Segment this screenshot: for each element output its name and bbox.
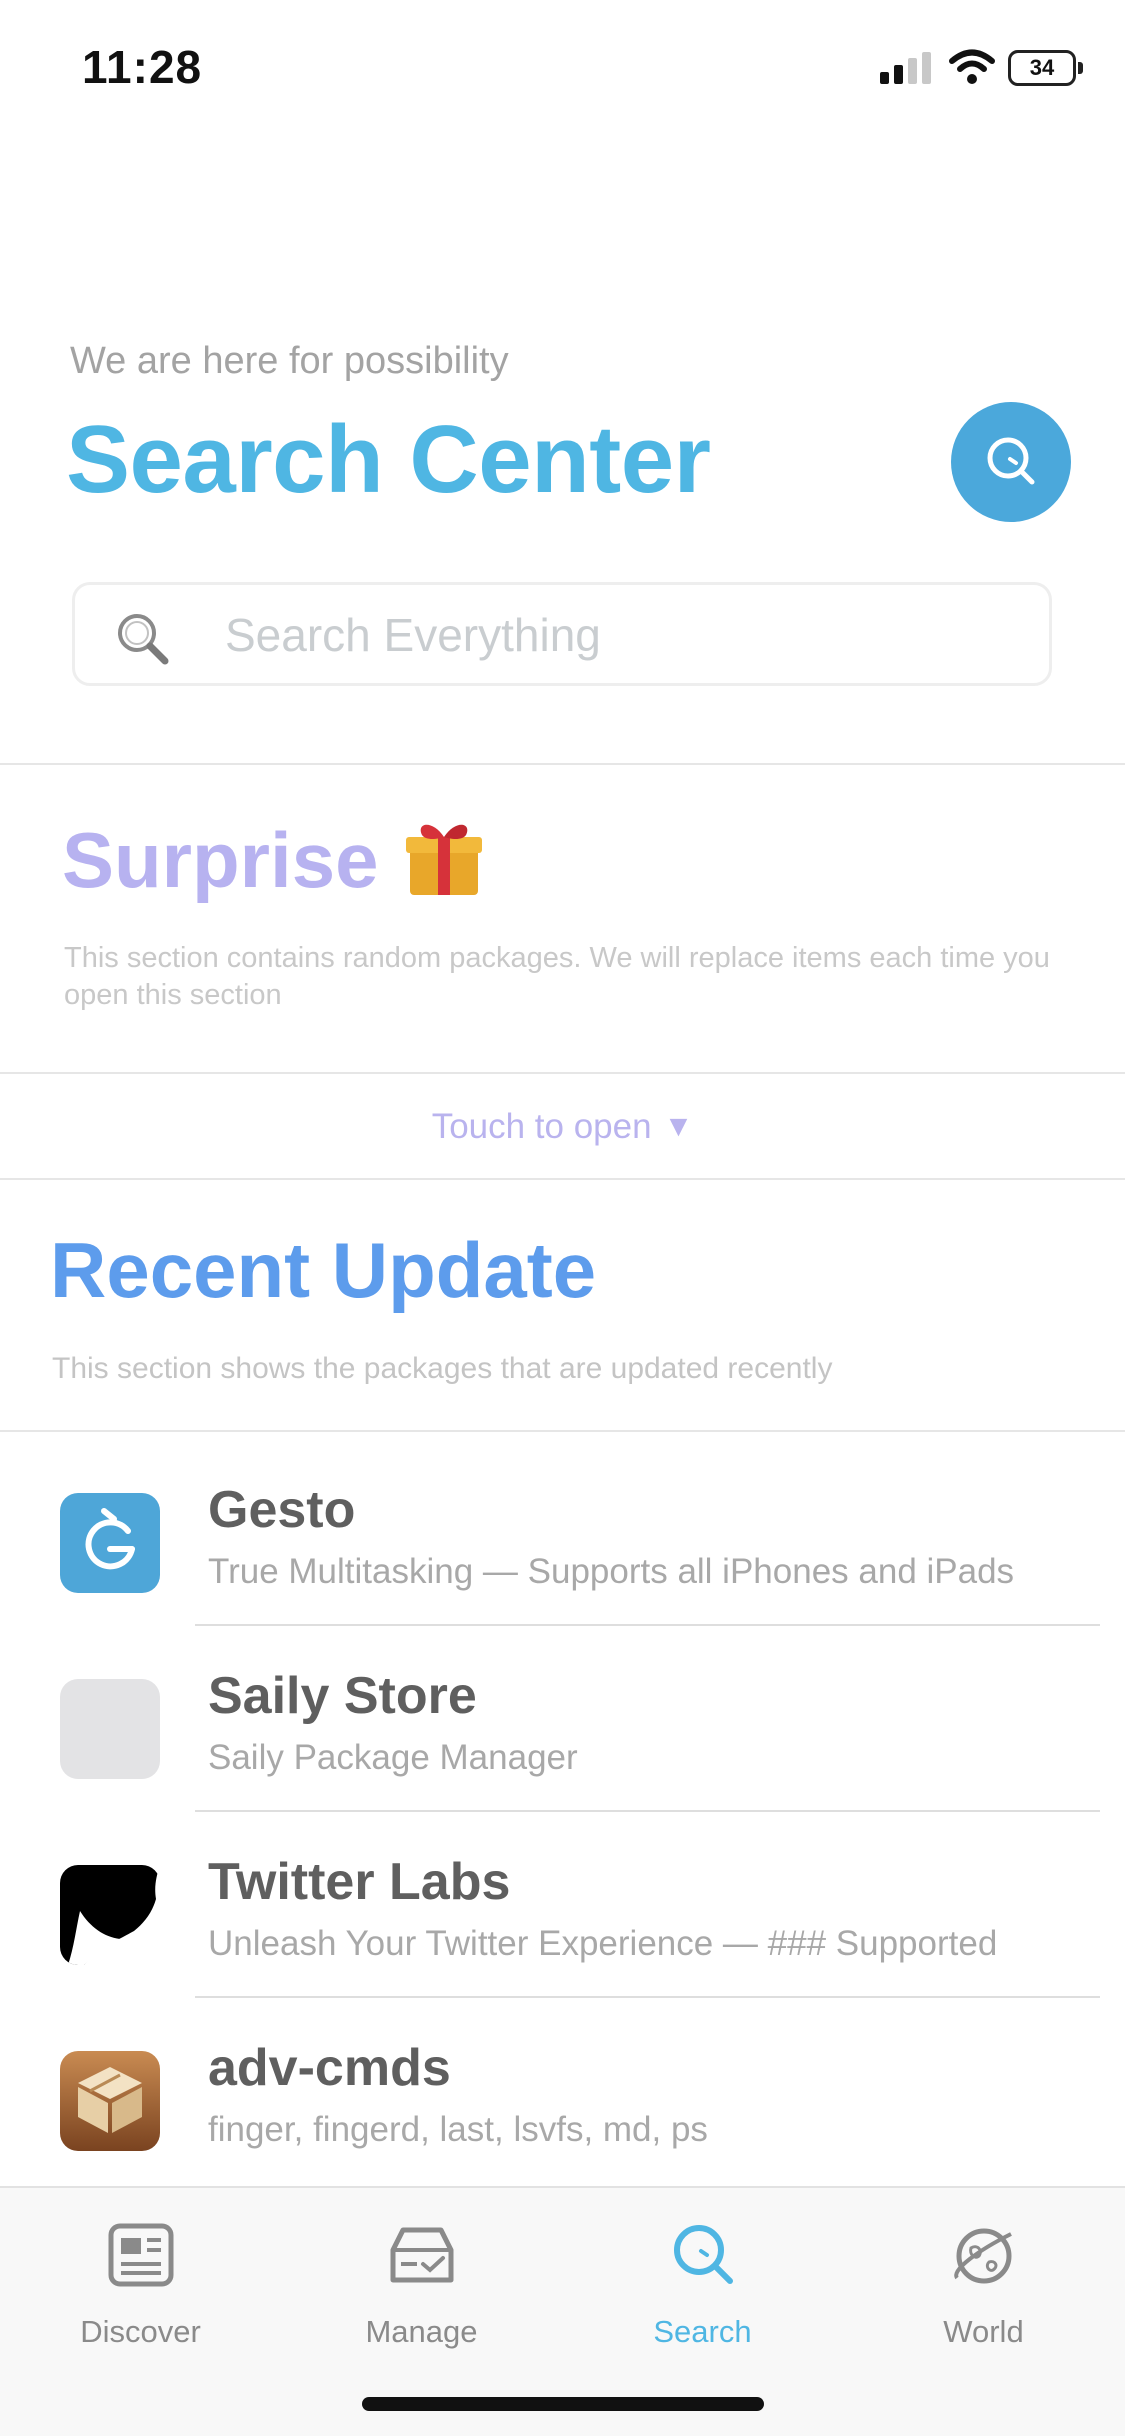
package-description: finger, fingerd, last, lsvfs, md, ps (208, 2110, 708, 2149)
magnifier-icon (118, 614, 169, 665)
package-name: Twitter Labs (208, 1853, 511, 1911)
triangle-down-icon: ▼ (663, 1110, 694, 1143)
surprise-description: This section contains random packages. W… (64, 942, 1050, 1011)
page-title: Search Center (66, 406, 711, 513)
status-time: 11:28 (82, 41, 203, 93)
tab-label: Search (653, 2314, 752, 2349)
cellular-signal-icon (880, 52, 931, 84)
search-icon (674, 2225, 733, 2284)
header-search-button[interactable] (951, 402, 1071, 522)
list-item[interactable]: Twitter Labs Unleash Your Twitter Experi… (0, 1812, 1125, 1998)
search-input[interactable] (225, 599, 1025, 671)
package-name: adv-cmds (208, 2039, 451, 2097)
package-box-icon (60, 2051, 160, 2151)
tab-label: World (943, 2314, 1024, 2349)
gesto-icon (60, 1493, 160, 1593)
package-description: Saily Package Manager (208, 1738, 578, 1777)
touch-to-open-button[interactable]: Touch to open ▼ (0, 1075, 1125, 1179)
touch-to-open-label: Touch to open (431, 1107, 652, 1146)
gift-icon (406, 824, 482, 895)
package-name: Gesto (208, 1481, 356, 1539)
page-subtitle: We are here for possibility (70, 340, 509, 382)
twitter-labs-icon (60, 1865, 160, 1965)
tab-label: Manage (365, 2314, 478, 2349)
newspaper-icon (108, 2223, 174, 2287)
tab-world[interactable]: World (843, 2206, 1124, 2356)
status-bar: 11:28 34 (0, 0, 1125, 140)
tab-manage[interactable]: Manage (281, 2206, 562, 2356)
recent-update-description: This section shows the packages that are… (52, 1352, 833, 1385)
battery-indicator: 34 (1008, 50, 1084, 86)
battery-level: 34 (1008, 50, 1076, 86)
divider (0, 1178, 1125, 1180)
surprise-title: Surprise (62, 816, 379, 904)
list-item[interactable]: Gesto True Multitasking — Supports all i… (0, 1440, 1125, 1626)
wifi-icon (949, 49, 995, 84)
recent-update-title: Recent Update (50, 1226, 597, 1314)
search-field[interactable] (72, 582, 1052, 686)
placeholder-icon (60, 1679, 160, 1779)
package-description: True Multitasking — Supports all iPhones… (208, 1552, 1015, 1591)
tab-search[interactable]: Search (562, 2206, 843, 2356)
planet-icon (954, 2228, 1012, 2284)
home-indicator[interactable] (362, 2397, 764, 2411)
battery-tip (1078, 62, 1083, 74)
tab-discover[interactable]: Discover (0, 2206, 281, 2356)
package-description: Unleash Your Twitter Experience — ### Su… (208, 1924, 998, 1963)
inbox-check-icon (390, 2227, 454, 2283)
divider (0, 1430, 1125, 1432)
tab-label: Discover (80, 2314, 201, 2349)
divider (0, 763, 1125, 765)
search-icon (987, 437, 1035, 485)
divider (0, 1072, 1125, 1074)
package-name: Saily Store (208, 1667, 477, 1725)
list-item[interactable]: Saily Store Saily Package Manager (0, 1626, 1125, 1812)
list-item[interactable]: adv-cmds finger, fingerd, last, lsvfs, m… (0, 1998, 1125, 2184)
